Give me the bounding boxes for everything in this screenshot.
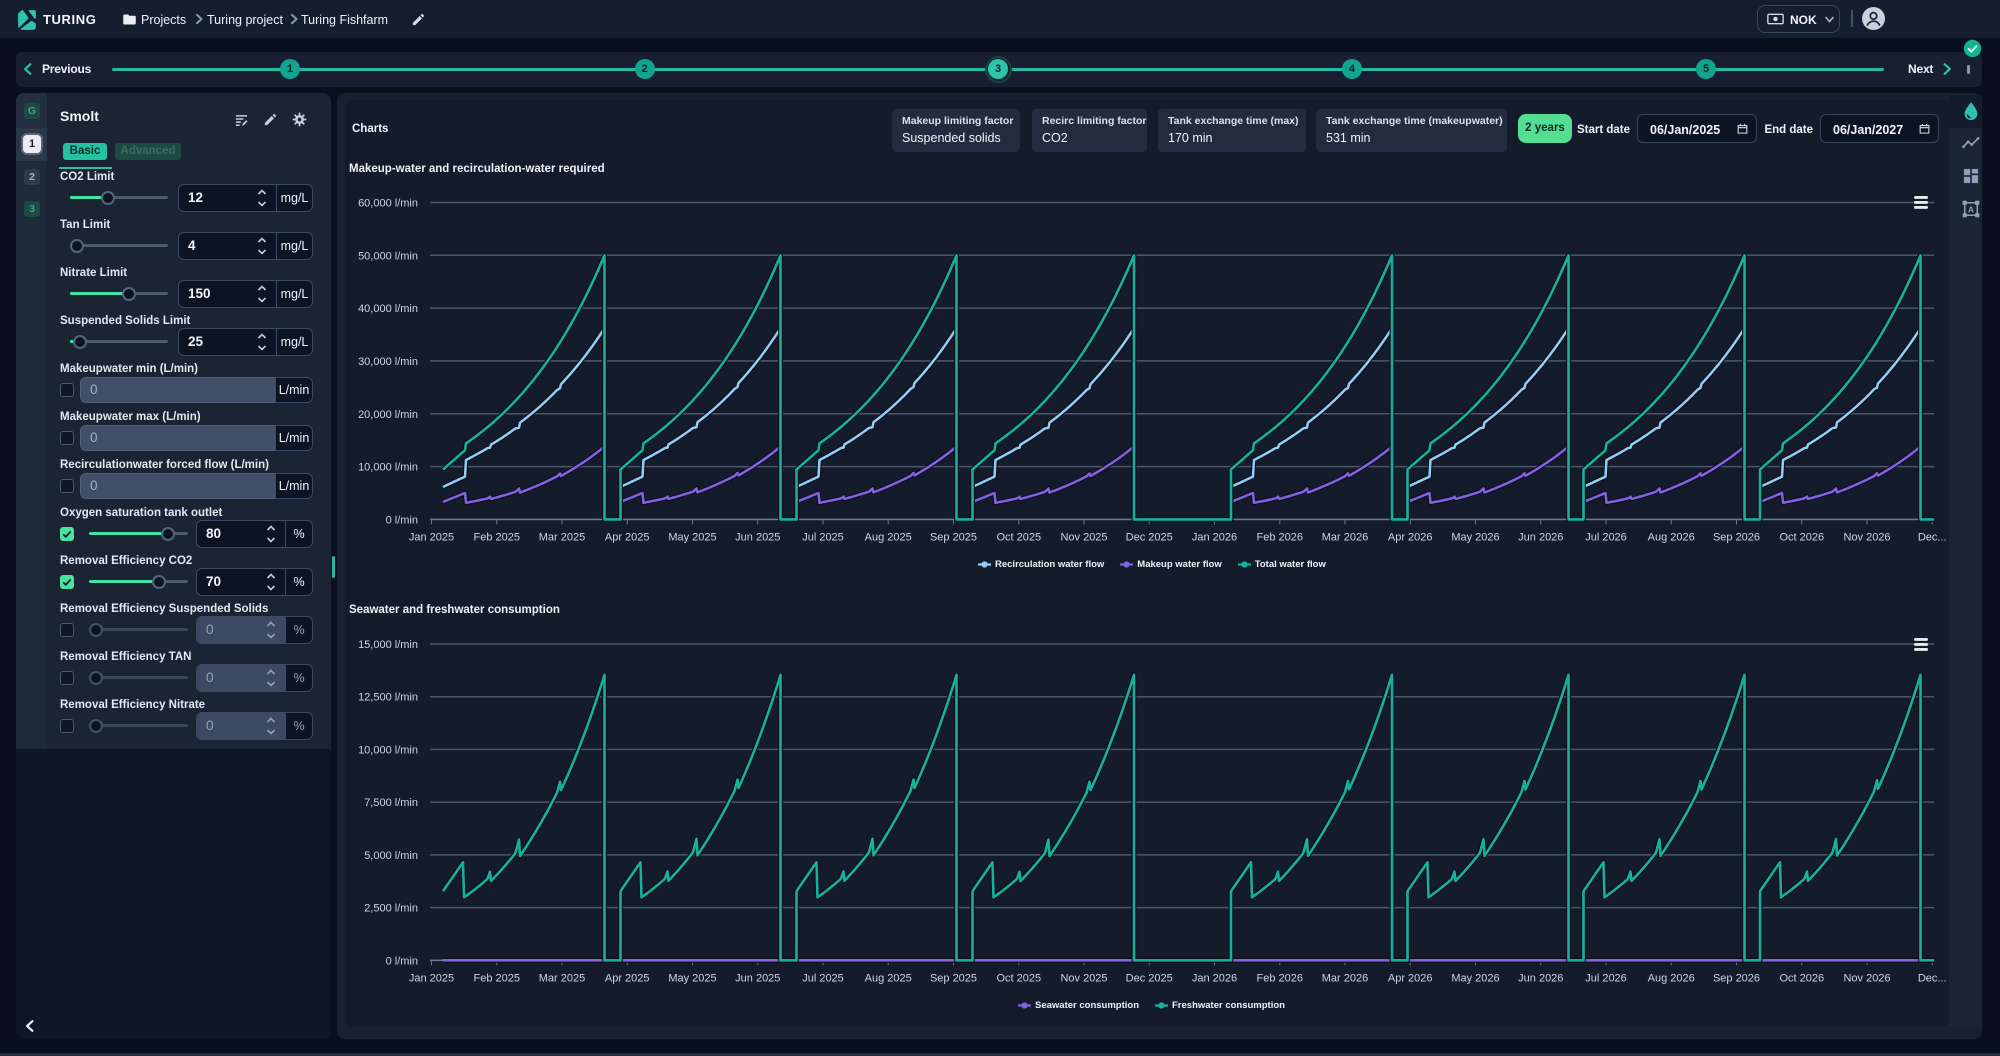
svg-text:Feb 2026: Feb 2026 bbox=[1257, 973, 1303, 985]
svg-text:0 l/min: 0 l/min bbox=[386, 955, 418, 967]
svg-text:7,500 l/min: 7,500 l/min bbox=[364, 797, 418, 809]
svg-text:Jan 2025: Jan 2025 bbox=[409, 532, 454, 544]
svg-text:20,000 l/min: 20,000 l/min bbox=[358, 409, 418, 421]
svg-text:Feb 2025: Feb 2025 bbox=[474, 532, 520, 544]
svg-text:Apr 2026: Apr 2026 bbox=[1388, 973, 1433, 985]
svg-text:10,000 l/min: 10,000 l/min bbox=[358, 462, 418, 474]
svg-text:10,000 l/min: 10,000 l/min bbox=[358, 744, 418, 756]
svg-text:5,000 l/min: 5,000 l/min bbox=[364, 850, 418, 862]
svg-text:Mar 2025: Mar 2025 bbox=[539, 532, 585, 544]
svg-text:50,000 l/min: 50,000 l/min bbox=[358, 250, 418, 262]
svg-text:Sep 2026: Sep 2026 bbox=[1713, 532, 1760, 544]
svg-text:Dec...: Dec... bbox=[1918, 532, 1947, 544]
svg-text:Jan 2026: Jan 2026 bbox=[1192, 973, 1237, 985]
svg-text:Apr 2026: Apr 2026 bbox=[1388, 532, 1433, 544]
svg-text:Dec...: Dec... bbox=[1918, 973, 1947, 985]
svg-text:Nov 2025: Nov 2025 bbox=[1060, 532, 1107, 544]
svg-text:Mar 2026: Mar 2026 bbox=[1322, 973, 1368, 985]
svg-text:May 2025: May 2025 bbox=[668, 532, 716, 544]
svg-text:15,000 l/min: 15,000 l/min bbox=[358, 639, 418, 651]
svg-text:May 2026: May 2026 bbox=[1451, 973, 1499, 985]
svg-text:Mar 2026: Mar 2026 bbox=[1322, 532, 1368, 544]
svg-text:Jul 2026: Jul 2026 bbox=[1585, 973, 1627, 985]
svg-text:Dec 2025: Dec 2025 bbox=[1126, 973, 1173, 985]
svg-text:Sep 2025: Sep 2025 bbox=[930, 532, 977, 544]
svg-text:Jul 2025: Jul 2025 bbox=[802, 973, 844, 985]
svg-text:Jul 2025: Jul 2025 bbox=[802, 532, 844, 544]
svg-text:Aug 2025: Aug 2025 bbox=[865, 973, 912, 985]
svg-text:Sep 2025: Sep 2025 bbox=[930, 973, 977, 985]
svg-text:Mar 2025: Mar 2025 bbox=[539, 973, 585, 985]
svg-text:40,000 l/min: 40,000 l/min bbox=[358, 303, 418, 315]
svg-text:Jun 2025: Jun 2025 bbox=[735, 532, 780, 544]
svg-text:Jun 2026: Jun 2026 bbox=[1518, 973, 1563, 985]
svg-text:Apr 2025: Apr 2025 bbox=[605, 532, 650, 544]
svg-text:Aug 2025: Aug 2025 bbox=[865, 532, 912, 544]
svg-text:May 2025: May 2025 bbox=[668, 973, 716, 985]
svg-text:Oct 2025: Oct 2025 bbox=[996, 973, 1041, 985]
svg-text:Aug 2026: Aug 2026 bbox=[1648, 973, 1695, 985]
svg-text:60,000 l/min: 60,000 l/min bbox=[358, 198, 418, 210]
svg-text:Apr 2025: Apr 2025 bbox=[605, 973, 650, 985]
svg-text:Feb 2025: Feb 2025 bbox=[474, 973, 520, 985]
svg-text:May 2026: May 2026 bbox=[1451, 532, 1499, 544]
svg-text:Feb 2026: Feb 2026 bbox=[1257, 532, 1303, 544]
svg-text:30,000 l/min: 30,000 l/min bbox=[358, 356, 418, 368]
svg-text:Oct 2026: Oct 2026 bbox=[1779, 532, 1824, 544]
svg-text:Aug 2026: Aug 2026 bbox=[1648, 532, 1695, 544]
svg-text:Jul 2026: Jul 2026 bbox=[1585, 532, 1627, 544]
svg-text:Sep 2026: Sep 2026 bbox=[1713, 973, 1760, 985]
svg-text:Nov 2026: Nov 2026 bbox=[1843, 532, 1890, 544]
svg-text:Jan 2026: Jan 2026 bbox=[1192, 532, 1237, 544]
svg-text:Jun 2026: Jun 2026 bbox=[1518, 532, 1563, 544]
svg-text:0 l/min: 0 l/min bbox=[386, 514, 418, 526]
svg-text:Nov 2026: Nov 2026 bbox=[1843, 973, 1890, 985]
svg-text:12,500 l/min: 12,500 l/min bbox=[358, 692, 418, 704]
svg-text:Dec 2025: Dec 2025 bbox=[1126, 532, 1173, 544]
svg-text:2,500 l/min: 2,500 l/min bbox=[364, 903, 418, 915]
svg-text:Oct 2026: Oct 2026 bbox=[1779, 973, 1824, 985]
svg-text:A: A bbox=[1968, 204, 1974, 214]
svg-text:Jan 2025: Jan 2025 bbox=[409, 973, 454, 985]
svg-text:Jun 2025: Jun 2025 bbox=[735, 973, 780, 985]
svg-text:Nov 2025: Nov 2025 bbox=[1060, 973, 1107, 985]
svg-text:Oct 2025: Oct 2025 bbox=[996, 532, 1041, 544]
